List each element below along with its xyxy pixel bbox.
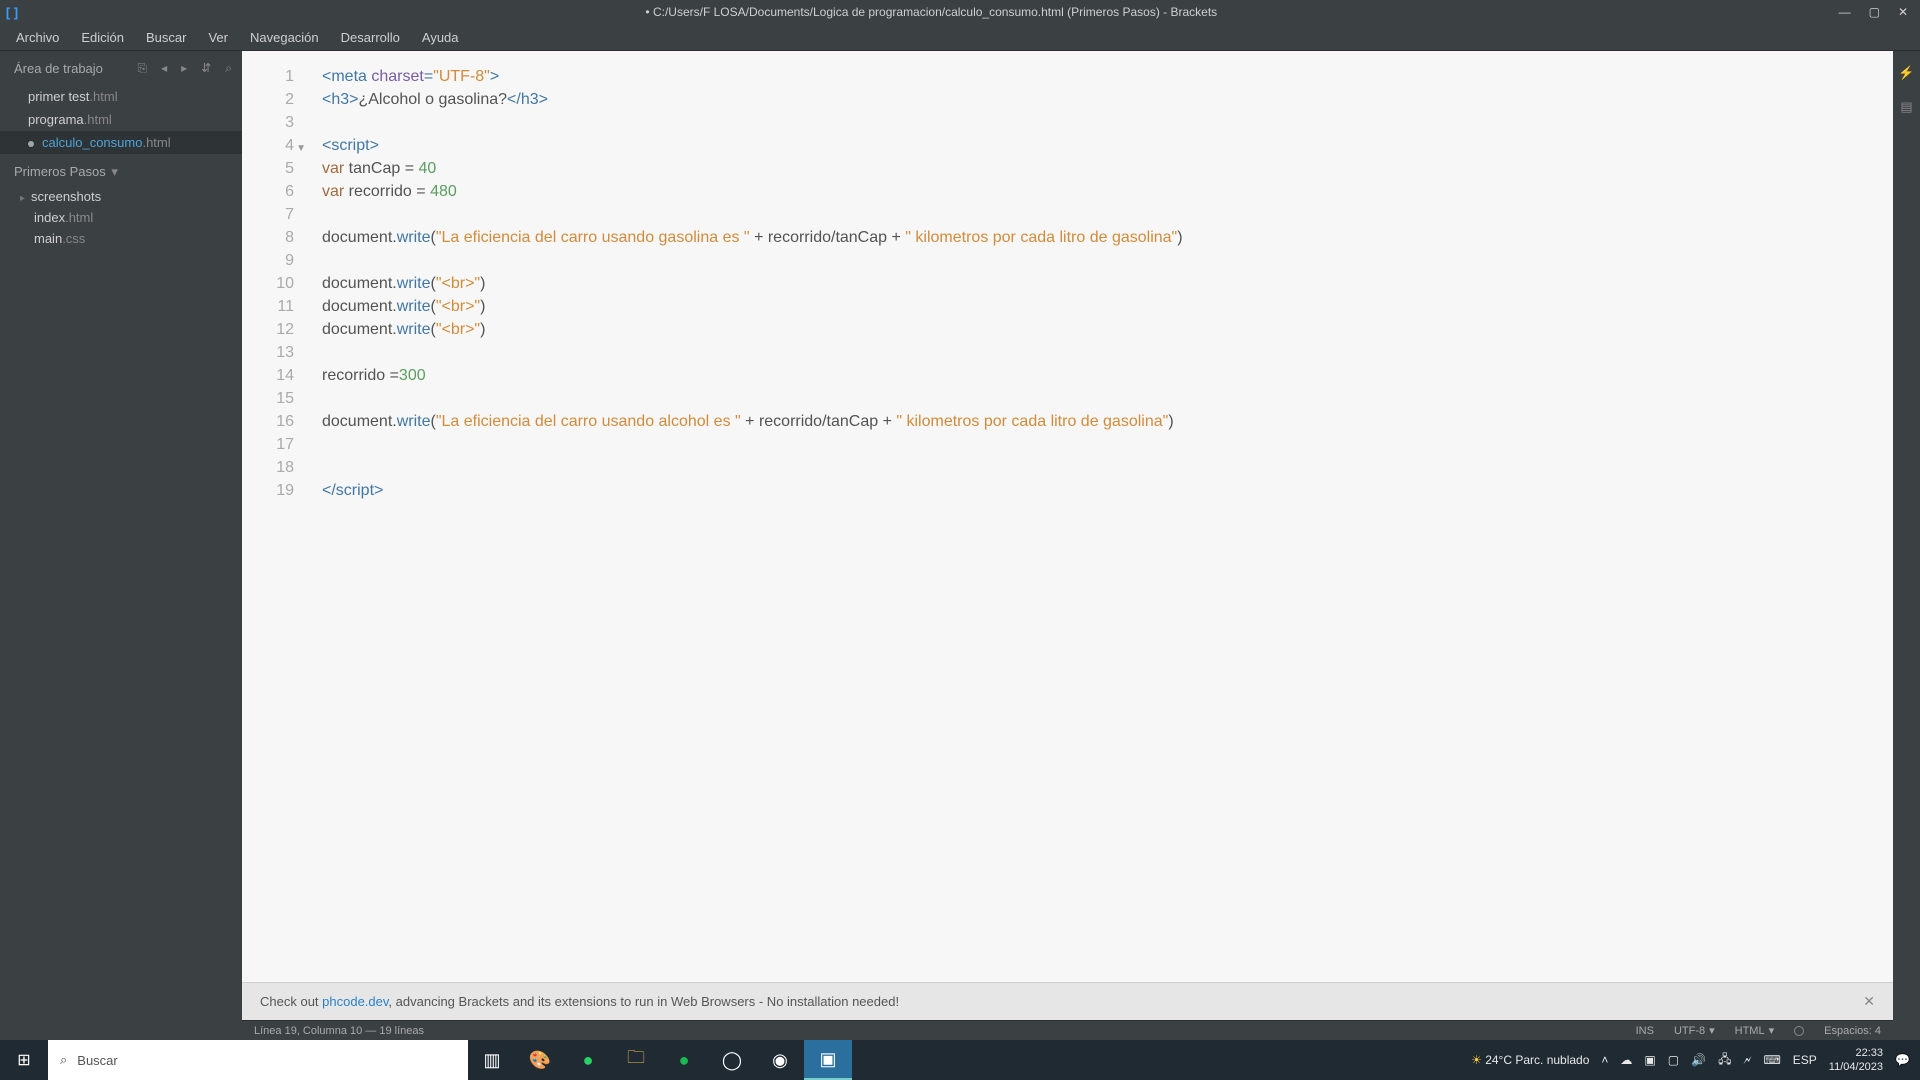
menu-navegación[interactable]: Navegación: [240, 26, 329, 49]
weather-widget[interactable]: ☀ 24°C Parc. nublado: [1471, 1053, 1589, 1067]
taskbar-app-2[interactable]: ◯: [708, 1040, 756, 1080]
menu-buscar[interactable]: Buscar: [136, 26, 196, 49]
title-bar: [ ] • C:/Users/F LOSA/Documents/Logica d…: [0, 0, 1920, 24]
taskbar-chrome-icon[interactable]: ◉: [756, 1040, 804, 1080]
tray-volume-icon[interactable]: 🔊: [1691, 1053, 1706, 1067]
working-file[interactable]: calculo_consumo.html: [0, 131, 242, 154]
notification-close-icon[interactable]: ✕: [1863, 993, 1875, 1010]
menu-ver[interactable]: Ver: [198, 26, 238, 49]
lint-status-icon[interactable]: [1794, 1026, 1804, 1036]
spaces-status[interactable]: Espacios: 4: [1824, 1025, 1881, 1037]
search-icon: ⌕: [60, 1052, 67, 1068]
notification-link[interactable]: phcode.dev: [322, 994, 388, 1009]
tray-meet-icon[interactable]: ▣: [1644, 1053, 1655, 1067]
ins-status[interactable]: INS: [1636, 1025, 1654, 1037]
tree-folder[interactable]: screenshots: [0, 186, 242, 207]
code-area[interactable]: <meta charset="UTF-8"><h3>¿Alcohol o gas…: [304, 51, 1893, 982]
working-file[interactable]: programa.html: [0, 108, 242, 131]
start-button[interactable]: ⊞: [0, 1050, 48, 1070]
tray-network-icon[interactable]: 🖧: [1718, 1050, 1731, 1071]
tray-onedrive-icon[interactable]: ☁: [1620, 1053, 1632, 1067]
fold-icon[interactable]: ▼: [296, 137, 306, 160]
taskbar-spotify-icon[interactable]: ●: [660, 1040, 708, 1080]
taskbar-search[interactable]: ⌕ Buscar: [48, 1040, 468, 1080]
encoding-status[interactable]: UTF-8: [1674, 1025, 1705, 1037]
editor-pane: 1234▼5678910111213141516171819 <meta cha…: [242, 51, 1893, 1040]
tray-battery-icon[interactable]: 🗲: [1743, 1053, 1751, 1068]
working-file[interactable]: primer test.html: [0, 85, 242, 108]
tray-camera-icon[interactable]: ▢: [1668, 1053, 1679, 1067]
taskbar-app-1[interactable]: 🎨: [516, 1040, 564, 1080]
menu-ayuda[interactable]: Ayuda: [412, 26, 469, 49]
search-placeholder: Buscar: [77, 1053, 117, 1068]
dirty-dot-icon: [28, 141, 34, 147]
windows-taskbar: ⊞ ⌕ Buscar ▥ 🎨 ● 🗀 ● ◯ ◉ ▣ ☀ 24°C Parc. …: [0, 1040, 1920, 1080]
tray-language[interactable]: ESP: [1793, 1053, 1817, 1067]
project-name[interactable]: Primeros Pasos: [14, 164, 106, 179]
taskbar-explorer-icon[interactable]: 🗀: [612, 1040, 660, 1080]
maximize-button[interactable]: ▢: [1869, 5, 1880, 19]
menu-archivo[interactable]: Archivo: [6, 26, 69, 49]
tray-chevron-icon[interactable]: ˄: [1601, 1053, 1608, 1067]
live-preview-icon[interactable]: ⚡: [1898, 65, 1914, 81]
notification-suffix: , advancing Brackets and its extensions …: [388, 994, 899, 1009]
menu-edición[interactable]: Edición: [71, 26, 134, 49]
tray-notifications-icon[interactable]: 💬: [1895, 1053, 1910, 1067]
notification-prefix: Check out: [260, 994, 322, 1009]
notification-bar: Check out phcode.dev, advancing Brackets…: [242, 982, 1893, 1020]
tree-file[interactable]: main.css: [0, 228, 242, 249]
split-view-icon[interactable]: ⇵: [201, 61, 211, 76]
gutter: 1234▼5678910111213141516171819: [242, 51, 304, 982]
extensions-icon[interactable]: ▤: [1900, 99, 1912, 115]
close-button[interactable]: ✕: [1898, 5, 1908, 19]
working-files-list: primer test.htmlprograma.htmlcalculo_con…: [0, 85, 242, 154]
prev-file-icon[interactable]: ◂: [161, 61, 167, 76]
working-files-label: Área de trabajo: [14, 61, 103, 76]
chevron-down-icon[interactable]: ▾: [108, 164, 118, 179]
language-status[interactable]: HTML: [1735, 1025, 1765, 1037]
tray-clock[interactable]: 22:33 11/04/2023: [1829, 1046, 1883, 1074]
next-file-icon[interactable]: ▸: [181, 61, 187, 76]
taskbar-whatsapp-icon[interactable]: ●: [564, 1040, 612, 1080]
show-in-tree-icon[interactable]: ⎘: [138, 61, 148, 76]
menu-bar: ArchivoEdiciónBuscarVerNavegaciónDesarro…: [0, 24, 1920, 51]
chevron-down-icon: ▾: [1709, 1024, 1715, 1037]
task-view-icon[interactable]: ▥: [468, 1040, 516, 1080]
minimize-button[interactable]: —: [1839, 5, 1851, 19]
cursor-status[interactable]: Línea 19, Columna 10 — 19 líneas: [254, 1025, 424, 1037]
project-tree: screenshotsindex.htmlmain.css: [0, 186, 242, 249]
window-title: • C:/Users/F LOSA/Documents/Logica de pr…: [24, 5, 1839, 19]
chevron-down-icon: ▾: [1769, 1024, 1775, 1037]
tree-file[interactable]: index.html: [0, 207, 242, 228]
app-icon: [ ]: [0, 5, 24, 20]
right-rail: ⚡ ▤: [1893, 51, 1920, 1040]
code-editor[interactable]: 1234▼5678910111213141516171819 <meta cha…: [242, 51, 1893, 982]
sidebar: Área de trabajo ⎘ ◂ ▸ ⇵ ⌕ primer test.ht…: [0, 51, 242, 1040]
status-bar: Línea 19, Columna 10 — 19 líneas INS UTF…: [242, 1020, 1893, 1040]
search-icon[interactable]: ⌕: [225, 61, 232, 76]
taskbar-brackets-icon[interactable]: ▣: [804, 1040, 852, 1080]
tray-keyboard-icon[interactable]: ⌨: [1763, 1053, 1780, 1067]
menu-desarrollo[interactable]: Desarrollo: [331, 26, 410, 49]
